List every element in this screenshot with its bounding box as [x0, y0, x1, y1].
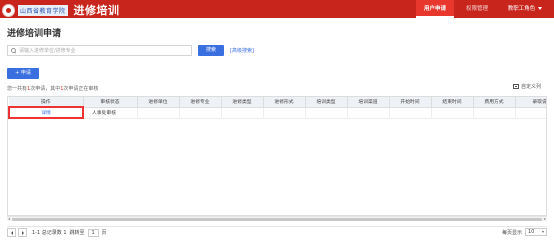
column-custom-label: 自定义列 [521, 84, 542, 90]
page-size-select[interactable]: 10 [525, 228, 547, 236]
col-header-fee-mode: 费用方式 [473, 97, 516, 108]
search-placeholder: 请输入进修单位/进修专业 [19, 48, 76, 54]
school-name: 山西省教育学院 [18, 4, 68, 16]
table-cell [515, 107, 546, 119]
horizontal-scrollbar[interactable] [7, 216, 547, 221]
col-header-start-time: 开始时间 [389, 97, 432, 108]
logo: 山西省教育学院 进修培训 [2, 2, 120, 18]
table-cell [179, 107, 222, 119]
app-title: 进修培训 [73, 4, 120, 17]
page-number-input[interactable]: 1 [87, 228, 99, 237]
col-header-training-channel: 培训渠道 [347, 97, 390, 108]
chevron-down-icon [538, 7, 543, 10]
user-menu-label: 教职工角色 [507, 6, 536, 12]
application-summary: 您一共有1次申请，其中1次申请正在审核 [7, 85, 98, 92]
page-unit: 页 [101, 230, 107, 236]
columns-icon [513, 84, 519, 89]
col-header-training-type: 培训类型 [305, 97, 348, 108]
table-header-row: 操作 审核状态 进修单位 进修专业 进修类型 进修形式 培训类型 培训渠道 开始… [9, 97, 546, 108]
user-menu[interactable]: 教职工角色 [499, 0, 551, 18]
operation-cell: 详情 [8, 106, 84, 119]
scroll-left-icon[interactable] [8, 218, 10, 220]
search-icon [11, 48, 16, 53]
school-emblem-icon [2, 3, 15, 17]
detail-link[interactable]: 详情 [41, 111, 51, 116]
table-row: 详情 人事处审核 [8, 106, 546, 119]
table-cell [305, 107, 348, 119]
col-header-major: 进修专业 [179, 97, 222, 108]
search-input[interactable]: 请输入进修单位/进修专业 [7, 45, 192, 56]
search-button[interactable]: 搜索 [198, 45, 224, 56]
jump-label: 跳转至 [69, 230, 85, 236]
summary-text-pre: 您一共有 [7, 86, 28, 92]
scrollbar-thumb[interactable] [12, 218, 542, 221]
nav-tab-permission[interactable]: 权限管理 [458, 0, 496, 18]
page-title: 进修培训申请 [7, 29, 62, 39]
pagination: 1-1 总记录数 1 跳转至 1 页 每页显示 10 [7, 226, 547, 238]
col-header-unit: 进修单位 [137, 97, 180, 108]
column-custom-button[interactable]: 自定义列 [513, 83, 541, 90]
table-cell [473, 107, 516, 119]
per-page-label: 每页显示 [501, 229, 522, 236]
page-size-value: 10 [528, 229, 535, 235]
applications-table: 操作 审核状态 进修单位 进修专业 进修类型 进修形式 培训类型 培训渠道 开始… [7, 96, 547, 216]
col-header-study-form: 进修形式 [263, 97, 306, 108]
summary-text-mid: 次申请，其中 [30, 86, 61, 92]
nav-tab-user-apply[interactable]: 用户申请 [416, 0, 454, 18]
table-cell [347, 107, 390, 119]
table-cell [137, 107, 180, 119]
table-cell [263, 107, 306, 119]
scroll-right-icon[interactable] [544, 218, 546, 220]
col-header-study-type: 进修类型 [221, 97, 264, 108]
col-header-status: 审核状态 [83, 97, 138, 108]
col-header-admission-note: 录取说明 [515, 97, 546, 108]
top-bar: 山西省教育学院 进修培训 用户申请 权限管理 教职工角色 [0, 0, 554, 18]
col-header-end-time: 结束时间 [431, 97, 474, 108]
status-cell: 人事处审核 [83, 107, 138, 119]
add-application-button[interactable]: + 申请 [7, 68, 39, 79]
chevron-down-icon [542, 231, 544, 233]
table-cell [221, 107, 264, 119]
table-cell [431, 107, 474, 119]
next-page-button[interactable] [18, 228, 27, 237]
record-range: 1-1 总记录数 1 [32, 230, 67, 236]
table-cell [389, 107, 432, 119]
page-size-control: 每页显示 10 [502, 228, 547, 236]
summary-text-post: 次申请正在审核 [63, 86, 99, 92]
prev-page-button[interactable] [7, 228, 16, 237]
col-header-operation: 操作 [9, 97, 84, 108]
advanced-search-link[interactable]: [高级搜索] [230, 47, 254, 54]
